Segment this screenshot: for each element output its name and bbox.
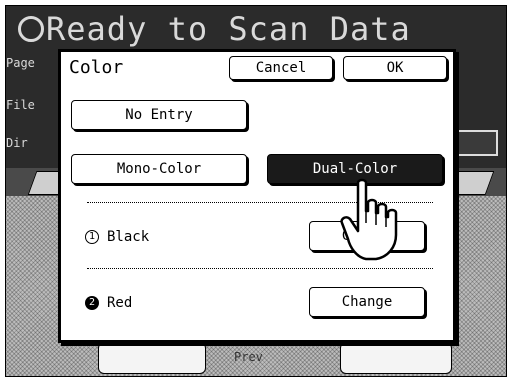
change-color-2-button[interactable]: Change xyxy=(309,287,425,317)
background-button-right[interactable] xyxy=(340,342,452,374)
no-entry-button[interactable]: No Entry xyxy=(71,100,247,130)
ok-button[interactable]: OK xyxy=(343,56,447,80)
separator-2 xyxy=(87,268,433,269)
cancel-button[interactable]: Cancel xyxy=(229,56,333,80)
file-label: File xyxy=(6,98,35,112)
color-2-name: Red xyxy=(107,295,133,311)
status-title-text: Ready to Scan Data xyxy=(46,10,411,48)
number-2-icon: 2 xyxy=(85,296,99,310)
pointing-hand-icon xyxy=(340,178,398,261)
background-button-left[interactable] xyxy=(98,342,206,374)
mono-color-button[interactable]: Mono-Color xyxy=(71,154,247,184)
number-1-icon: 1 xyxy=(85,230,99,244)
dir-label: Dir xyxy=(6,136,28,150)
color-row-1: 1 Black xyxy=(85,229,149,245)
color-1-name: Black xyxy=(107,229,150,245)
status-title: Ready to Scan Data xyxy=(18,6,411,52)
dialog-title: Color xyxy=(69,57,124,78)
circle-icon xyxy=(18,16,44,42)
color-row-2: 2 Red xyxy=(85,295,132,311)
background-text: Prev xyxy=(234,350,263,364)
page-label: Page xyxy=(6,56,35,70)
